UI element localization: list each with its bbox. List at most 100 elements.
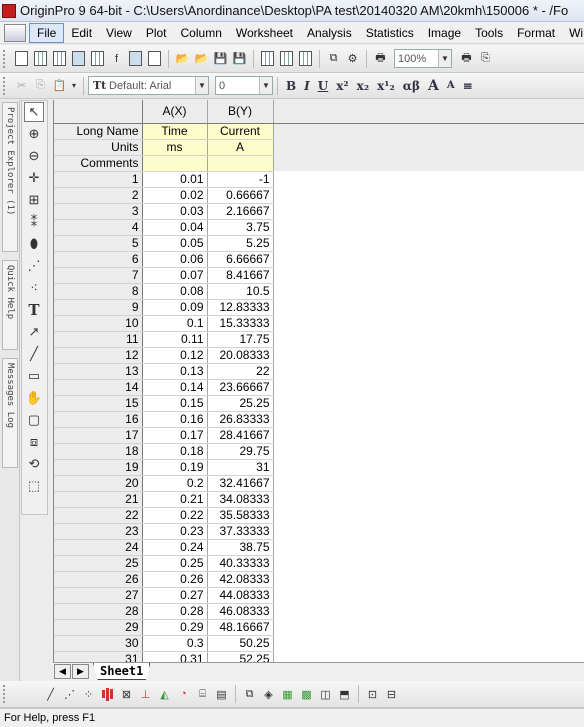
column-header-b[interactable]: B(Y) [207, 100, 274, 124]
long-name-b[interactable]: Current [207, 123, 274, 140]
superscript-button[interactable]: x² [336, 79, 348, 93]
data-reader-icon[interactable]: ⁑ [24, 212, 44, 232]
row-number-cell[interactable]: 22 [54, 507, 143, 524]
cell-b[interactable]: 40.33333 [207, 555, 274, 572]
draw-data-icon[interactable]: ⋰ [24, 256, 44, 276]
quick-help-tab[interactable]: Quick Help [2, 260, 18, 350]
line-symbol-plot-icon[interactable]: ⋰ [61, 686, 78, 703]
cell-a[interactable]: 0.11 [142, 331, 208, 348]
row-number-cell[interactable]: 9 [54, 299, 143, 316]
cell-b[interactable]: 22 [207, 363, 274, 380]
toolbar-grip[interactable] [3, 49, 8, 68]
cell-b[interactable]: 17.75 [207, 331, 274, 348]
cell-a[interactable]: 0.13 [142, 363, 208, 380]
mask-icon[interactable]: ⬮ [24, 234, 44, 254]
cell-a[interactable]: 0.16 [142, 411, 208, 428]
row-number-cell[interactable]: 10 [54, 315, 143, 332]
new-layer-icon[interactable]: ⊡ [364, 686, 381, 703]
align-button[interactable]: ≡ [463, 79, 473, 93]
cell-b[interactable]: 15.33333 [207, 315, 274, 332]
cell-a[interactable]: 0.02 [142, 187, 208, 204]
cell-a[interactable]: 0.14 [142, 379, 208, 396]
cell-a[interactable]: 0.04 [142, 219, 208, 236]
area-plot-icon[interactable]: ◭ [156, 686, 173, 703]
duplicate-icon[interactable]: ⧉ [325, 50, 342, 67]
save-template-icon[interactable]: 💾 [231, 50, 248, 67]
cell-b[interactable]: 6.66667 [207, 251, 274, 268]
cell-b[interactable]: 23.66667 [207, 379, 274, 396]
print-preview-icon[interactable]: 🖶 [458, 50, 475, 67]
save-project-icon[interactable]: 💾 [212, 50, 229, 67]
cell-a[interactable]: 0.27 [142, 587, 208, 604]
cell-a[interactable]: 0.1 [142, 315, 208, 332]
row-number-cell[interactable]: 16 [54, 411, 143, 428]
cell-b[interactable]: 3.75 [207, 219, 274, 236]
line-tool-icon[interactable]: ╱ [24, 344, 44, 364]
row-number-cell[interactable]: 13 [54, 363, 143, 380]
menu-view[interactable]: View [99, 24, 139, 42]
cell-b[interactable]: -1 [207, 171, 274, 188]
supersubscript-button[interactable]: x¹₂ [377, 79, 395, 93]
rectangle-tool-icon[interactable]: ▭ [24, 366, 44, 386]
cell-a[interactable]: 0.09 [142, 299, 208, 316]
cell-a[interactable]: 0.2 [142, 475, 208, 492]
cell-b[interactable]: 50.25 [207, 635, 274, 652]
arrow-tool-icon[interactable]: ↗ [24, 322, 44, 342]
merge-graph-icon[interactable]: ⊟ [383, 686, 400, 703]
cell-b[interactable]: 38.75 [207, 539, 274, 556]
worksheet-app-icon[interactable] [4, 23, 26, 42]
units-b[interactable]: A [207, 139, 274, 156]
project-explorer-tab[interactable]: Project Explorer (1) [2, 102, 18, 252]
row-number-cell[interactable]: 7 [54, 267, 143, 284]
new-workbook-icon[interactable] [32, 50, 49, 67]
toolbar-grip[interactable] [3, 685, 8, 703]
cell-a[interactable]: 0.24 [142, 539, 208, 556]
cell-b[interactable]: 46.08333 [207, 603, 274, 620]
cell-a[interactable]: 0.28 [142, 603, 208, 620]
new-layout-icon[interactable] [127, 50, 144, 67]
print-icon[interactable]: 🖶 [372, 50, 389, 67]
contour-icon[interactable]: ▩ [298, 686, 315, 703]
copy-page-icon[interactable]: ⎘ [477, 50, 494, 67]
cell-a[interactable]: 0.18 [142, 443, 208, 460]
font-size-select[interactable]: 0 ▼ [215, 76, 273, 95]
new-function-icon[interactable]: f [108, 50, 125, 67]
cell-a[interactable]: 0.19 [142, 459, 208, 476]
cell-a[interactable]: 0.25 [142, 555, 208, 572]
cut-icon[interactable]: ✂ [13, 77, 30, 94]
sheet-tab[interactable]: Sheet1 [93, 663, 151, 680]
cell-b[interactable]: 5.25 [207, 235, 274, 252]
cell-a[interactable]: 0.05 [142, 235, 208, 252]
import-multiple-icon[interactable] [278, 50, 295, 67]
bold-button[interactable]: B [286, 79, 296, 93]
menu-column[interactable]: Column [174, 24, 229, 42]
column-header-a[interactable]: A(X) [142, 100, 208, 124]
cell-a[interactable]: 0.03 [142, 203, 208, 220]
menu-statistics[interactable]: Statistics [359, 24, 421, 42]
cell-a[interactable]: 0.01 [142, 171, 208, 188]
cell-a[interactable]: 0.07 [142, 267, 208, 284]
row-number-cell[interactable]: 30 [54, 635, 143, 652]
cell-a[interactable]: 0.15 [142, 395, 208, 412]
pointer-icon[interactable]: ↖ [24, 102, 44, 122]
cell-b[interactable]: 52.25 [207, 651, 274, 662]
error-bar-icon[interactable]: ⊥ [137, 686, 154, 703]
corner-cell[interactable] [54, 100, 143, 124]
chevron-down-icon[interactable]: ▼ [259, 77, 272, 94]
hand-icon[interactable]: ✋ [24, 388, 44, 408]
cell-a[interactable]: 0.22 [142, 507, 208, 524]
new-graph-icon[interactable] [70, 50, 87, 67]
ternary-icon[interactable]: ⬒ [336, 686, 353, 703]
pie-plot-icon[interactable]: ◔ [175, 686, 192, 703]
row-number-cell[interactable]: 12 [54, 347, 143, 364]
open-template-icon[interactable]: 📂 [193, 50, 210, 67]
text-tool-icon[interactable]: T [24, 300, 44, 320]
menu-file[interactable]: File [29, 22, 65, 43]
row-number-cell[interactable]: 8 [54, 283, 143, 300]
cell-b[interactable]: 26.83333 [207, 411, 274, 428]
toolbar-grip[interactable] [3, 76, 8, 95]
menu-plot[interactable]: Plot [139, 24, 174, 42]
cell-a[interactable]: 0.23 [142, 523, 208, 540]
row-number-cell[interactable]: 1 [54, 171, 143, 188]
copy-icon[interactable]: ⎘ [32, 77, 49, 94]
